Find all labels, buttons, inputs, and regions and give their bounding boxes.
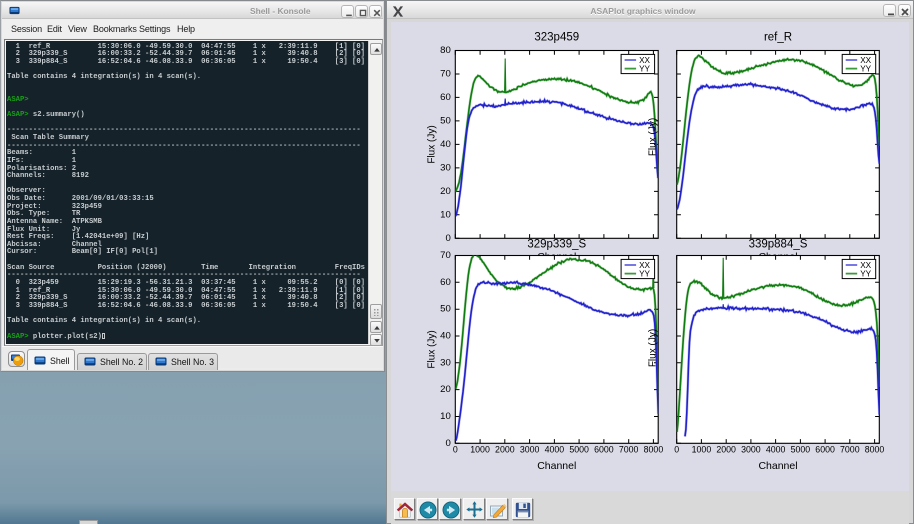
svg-text:30: 30 [440,162,451,173]
svg-text:70: 70 [440,250,451,261]
svg-text:10: 10 [440,411,451,422]
svg-text:4000: 4000 [545,445,565,455]
svg-text:50: 50 [440,115,451,126]
svg-text:40: 40 [440,330,451,341]
svg-text:329p339_S: 329p339_S [527,239,586,251]
svg-text:Channel: Channel [537,460,576,472]
svg-text:80: 80 [440,45,451,56]
svg-text:7000: 7000 [840,445,860,455]
svg-text:4000: 4000 [766,445,786,455]
svg-text:YY: YY [860,65,871,74]
svg-text:1000: 1000 [692,445,712,455]
svg-text:2000: 2000 [716,445,736,455]
svg-text:YY: YY [639,270,650,279]
svg-text:50: 50 [440,304,451,315]
svg-text:7000: 7000 [619,445,639,455]
svg-text:6000: 6000 [815,445,835,455]
svg-text:Flux (Jy): Flux (Jy) [648,329,659,367]
svg-text:0: 0 [453,445,458,455]
svg-text:30: 30 [440,357,451,368]
svg-text:323p459: 323p459 [534,32,579,44]
svg-text:20: 20 [440,384,451,395]
svg-text:2000: 2000 [495,445,515,455]
svg-text:40: 40 [440,139,451,150]
svg-text:5000: 5000 [569,445,589,455]
svg-text:70: 70 [440,68,451,79]
svg-text:60: 60 [440,92,451,103]
svg-text:0: 0 [445,438,450,449]
svg-text:3000: 3000 [741,445,761,455]
svg-text:YY: YY [860,270,871,279]
svg-text:5000: 5000 [791,445,811,455]
svg-text:Flux (Jy): Flux (Jy) [648,118,659,156]
svg-text:3000: 3000 [520,445,540,455]
svg-text:ref_R: ref_R [764,32,792,44]
svg-text:Channel: Channel [758,460,797,472]
svg-text:8000: 8000 [865,445,885,455]
svg-text:6000: 6000 [594,445,614,455]
svg-text:60: 60 [440,277,451,288]
svg-text:Flux (Jy): Flux (Jy) [427,125,438,163]
svg-text:YY: YY [639,65,650,74]
svg-text:8000: 8000 [644,445,664,455]
svg-text:Flux (Jy): Flux (Jy) [427,330,438,368]
svg-text:10: 10 [440,209,451,220]
svg-text:20: 20 [440,186,451,197]
svg-text:1000: 1000 [470,445,490,455]
svg-text:0: 0 [674,445,679,455]
svg-text:339p884_S: 339p884_S [749,239,808,251]
svg-text:0: 0 [445,233,450,244]
